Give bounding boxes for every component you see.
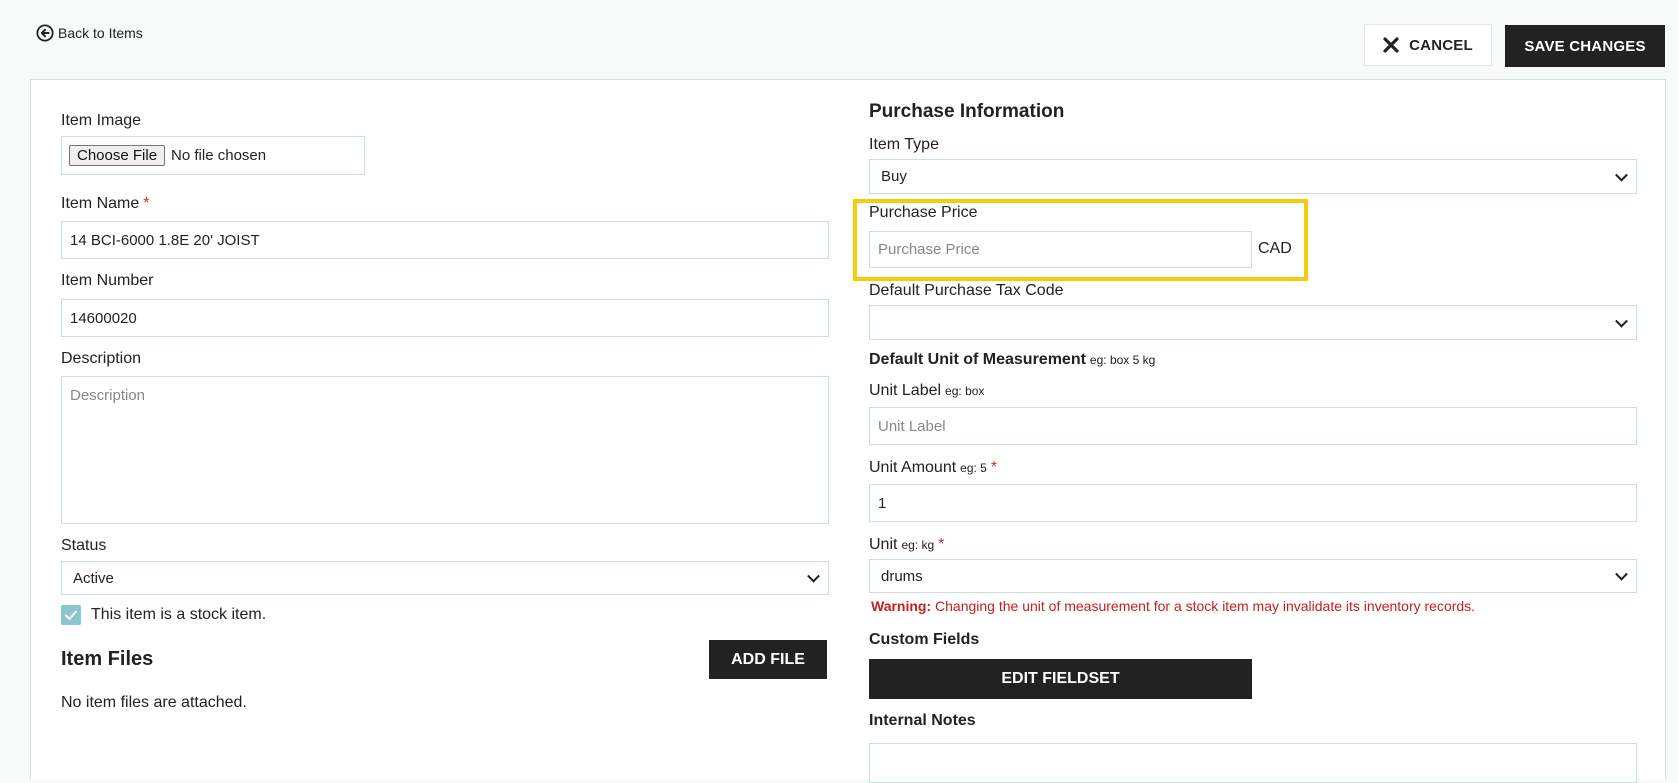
- unit-amount-label-text: Unit Amount: [869, 459, 957, 476]
- purchase-price-input[interactable]: Purchase Price: [869, 231, 1252, 268]
- purchase-price-label: Purchase Price: [869, 204, 978, 221]
- item-number-label: Item Number: [61, 272, 154, 289]
- status-value: Active: [73, 569, 114, 587]
- unit-label-text: Unit: [869, 536, 898, 553]
- item-type-value: Buy: [881, 168, 907, 185]
- checkmark-icon: [65, 610, 77, 620]
- required-marker: *: [990, 459, 998, 476]
- custom-fields-label: Custom Fields: [869, 631, 980, 648]
- add-file-button[interactable]: ADD FILE: [709, 640, 827, 679]
- item-type-label: Item Type: [869, 136, 939, 153]
- warning-prefix: Warning:: [871, 598, 932, 614]
- item-image-label: Item Image: [61, 112, 142, 129]
- unit-label-label-text: Unit Label: [869, 382, 942, 399]
- required-marker: *: [938, 536, 945, 553]
- uom-label-text: Default Unit of Measurement: [869, 351, 1086, 368]
- description-textarea[interactable]: Description: [61, 376, 829, 524]
- unit-label: Unit eg: kg *: [869, 536, 944, 554]
- internal-notes-textarea[interactable]: [869, 743, 1637, 783]
- stock-item-label: This item is a stock item.: [91, 606, 267, 623]
- uom-label: Default Unit of Measurement eg: box 5 kg: [869, 351, 1155, 369]
- description-label: Description: [61, 350, 142, 367]
- save-label: SAVE CHANGES: [1524, 37, 1646, 55]
- unit-label-input[interactable]: Unit Label: [869, 407, 1637, 445]
- unit-value: drums: [881, 567, 923, 585]
- unit-label-label: Unit Label eg: box: [869, 382, 984, 400]
- unit-hint: eg: kg: [901, 538, 935, 552]
- item-files-heading: Item Files: [61, 648, 154, 670]
- back-arrow-icon: [36, 24, 54, 42]
- status-select[interactable]: Active: [61, 561, 829, 595]
- item-name-input[interactable]: 14 BCI-6000 1.8E 20' JOIST: [61, 221, 829, 259]
- cancel-label: CANCEL: [1409, 36, 1473, 54]
- back-label: Back to Items: [58, 25, 143, 41]
- required-marker: *: [143, 195, 150, 212]
- unit-amount-label: Unit Amount eg: 5 *: [869, 459, 997, 477]
- no-file-text: No file chosen: [171, 147, 267, 164]
- unit-select[interactable]: drums: [869, 559, 1637, 593]
- no-files-text: No item files are attached.: [61, 694, 247, 711]
- close-icon: [1383, 37, 1399, 53]
- status-label: Status: [61, 537, 107, 554]
- choose-file-button[interactable]: Choose File: [69, 145, 166, 166]
- unit-amount-input[interactable]: 1: [869, 484, 1637, 522]
- tax-code-select[interactable]: [869, 305, 1637, 340]
- uom-hint: eg: box 5 kg: [1089, 353, 1156, 367]
- purchase-information-heading: Purchase Information: [869, 101, 1065, 122]
- warning-text: Changing the unit of measurement for a s…: [935, 598, 1476, 614]
- tax-code-label: Default Purchase Tax Code: [869, 282, 1064, 299]
- save-changes-button[interactable]: SAVE CHANGES: [1505, 25, 1665, 67]
- unit-amount-hint: eg: 5: [960, 461, 987, 475]
- back-to-items-link[interactable]: Back to Items: [36, 24, 143, 42]
- currency-label: CAD: [1258, 240, 1292, 257]
- cancel-button[interactable]: CANCEL: [1364, 24, 1492, 66]
- item-name-label: Item Name *: [61, 195, 149, 213]
- item-name-label-text: Item Name: [61, 195, 140, 212]
- edit-fieldset-button[interactable]: EDIT FIELDSET: [869, 659, 1252, 699]
- uom-warning: Warning: Changing the unit of measuremen…: [871, 598, 1475, 614]
- internal-notes-label: Internal Notes: [869, 712, 976, 729]
- unit-label-hint: eg: box: [945, 384, 985, 398]
- item-image-file-input[interactable]: Choose File No file chosen: [61, 136, 365, 175]
- item-number-input[interactable]: 14600020: [61, 299, 829, 337]
- item-type-select[interactable]: Buy: [869, 159, 1637, 194]
- stock-item-checkbox[interactable]: [61, 605, 81, 625]
